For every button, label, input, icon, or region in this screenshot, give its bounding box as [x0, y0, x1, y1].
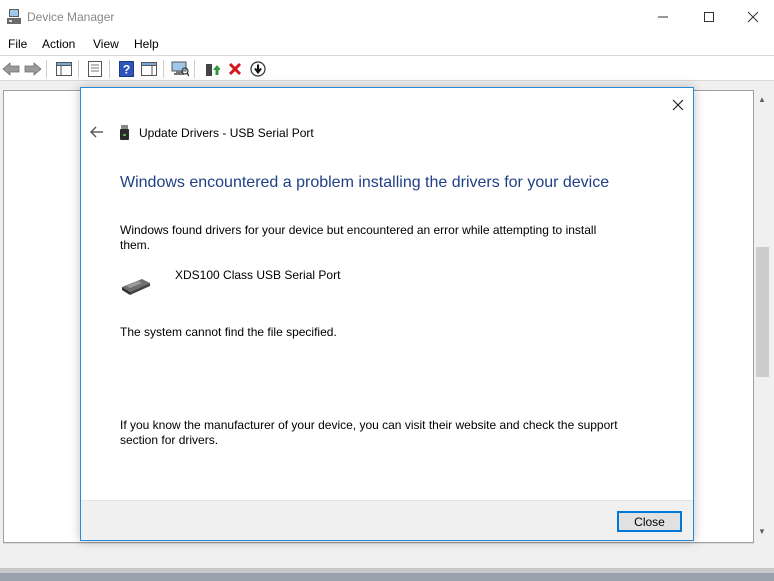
scrollbar-thumb[interactable]: [756, 247, 769, 377]
window-close-button[interactable]: [730, 0, 774, 33]
scroll-up-icon[interactable]: ▲: [758, 95, 766, 104]
title-bar: Device Manager: [0, 0, 774, 33]
update-driver-button[interactable]: [202, 59, 222, 79]
help-button[interactable]: ?: [116, 59, 136, 79]
close-icon: [747, 11, 759, 22]
menu-help[interactable]: Help: [134, 37, 159, 51]
dialog-close-button[interactable]: [665, 94, 691, 116]
disable-device-button[interactable]: [248, 59, 268, 79]
svg-text:?: ?: [122, 63, 129, 77]
update-drivers-dialog: Update Drivers - USB Serial Port Windows…: [80, 87, 694, 541]
error-message: The system cannot find the file specifie…: [120, 325, 337, 339]
uninstall-device-button[interactable]: [225, 59, 245, 79]
properties-button[interactable]: [85, 59, 105, 79]
desktop-strip: [0, 573, 774, 581]
back-button[interactable]: [1, 59, 21, 79]
properties-icon: [88, 61, 102, 77]
show-hide-tree-button[interactable]: [54, 59, 74, 79]
forward-button[interactable]: [23, 59, 43, 79]
show-hide-tree-icon: [56, 62, 72, 76]
back-icon: [2, 62, 20, 76]
forward-icon: [24, 62, 42, 76]
dialog-help-text: If you know the manufacturer of your dev…: [120, 418, 618, 447]
action-pane-button[interactable]: [139, 59, 159, 79]
disable-icon: [250, 61, 266, 77]
menu-file[interactable]: File: [8, 37, 27, 51]
window-title: Device Manager: [27, 10, 115, 24]
close-icon: [672, 99, 684, 111]
menu-view[interactable]: View: [93, 37, 119, 51]
close-button[interactable]: Close: [617, 511, 682, 532]
uninstall-icon: [228, 62, 242, 76]
dialog-back-button[interactable]: [88, 124, 106, 140]
horizontal-scrollbar[interactable]: [3, 543, 754, 563]
back-arrow-icon: [90, 126, 103, 138]
device-name: XDS100 Class USB Serial Port: [175, 268, 341, 282]
scroll-down-icon[interactable]: ▼: [758, 527, 766, 536]
dialog-footer: Close: [81, 500, 693, 540]
minimize-icon: [658, 16, 668, 17]
toolbar: ?: [0, 55, 774, 81]
menu-action[interactable]: Action: [42, 37, 75, 51]
maximize-button[interactable]: [686, 0, 732, 33]
scan-hardware-button[interactable]: [170, 59, 190, 79]
dialog-description: Windows found drivers for your device bu…: [120, 223, 597, 252]
menu-bar: File Action View Help: [0, 33, 774, 55]
update-driver-icon: [206, 64, 220, 76]
usb-device-icon: [120, 125, 129, 140]
minimize-button[interactable]: [640, 0, 686, 33]
dialog-header-title: Update Drivers - USB Serial Port: [139, 126, 314, 140]
action-pane-icon: [141, 62, 157, 76]
serial-port-device-icon: [122, 279, 150, 295]
device-manager-icon: [7, 9, 21, 24]
dialog-heading: Windows encountered a problem installing…: [120, 174, 610, 191]
scan-hardware-icon: [171, 61, 189, 77]
help-icon: ?: [118, 61, 134, 77]
vertical-scrollbar[interactable]: ▲ ▼: [754, 90, 771, 543]
maximize-icon: [704, 11, 714, 22]
